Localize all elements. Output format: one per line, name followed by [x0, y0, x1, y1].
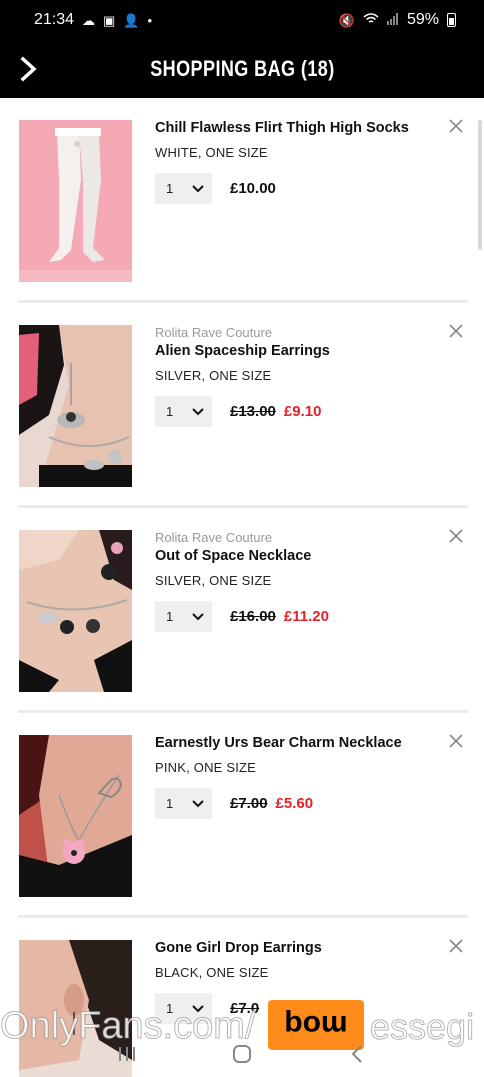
quantity-select[interactable]: 1: [155, 601, 212, 632]
product-variant: WHITE, ONE SIZE: [155, 145, 268, 160]
sale-price: £11.20: [283, 608, 329, 625]
twitch-icon: ▣: [103, 12, 116, 28]
remove-item-button[interactable]: [448, 733, 464, 749]
product-variant: BLACK, ONE SIZE: [155, 965, 269, 980]
product-image[interactable]: [19, 325, 132, 487]
battery-icon: [447, 13, 456, 27]
brand-name[interactable]: Rolita Rave Couture: [155, 530, 444, 545]
quantity-value: 1: [166, 181, 174, 196]
cart-item: Earnestly Urs Bear Charm Necklace PINK, …: [0, 713, 484, 918]
cart-item: Rolita Rave Couture Alien Spaceship Earr…: [0, 303, 484, 508]
price: £10.00: [230, 180, 276, 197]
remove-item-button[interactable]: [448, 938, 464, 954]
cart-item: Rolita Rave Couture Out of Space Necklac…: [0, 508, 484, 713]
status-right: 🔇 59%: [339, 11, 456, 29]
original-price: £16.00: [230, 608, 276, 625]
item-info: Rolita Rave Couture Out of Space Necklac…: [155, 530, 444, 632]
brand-name[interactable]: Rolita Rave Couture: [155, 325, 444, 340]
price-row: 1 £10.00: [155, 173, 444, 204]
chevron-down-icon: [192, 612, 204, 620]
chevron-right-icon: [20, 56, 37, 82]
original-price: £13.00: [230, 403, 276, 420]
product-image[interactable]: [19, 735, 132, 897]
item-info: Earnestly Urs Bear Charm Necklace PINK, …: [155, 735, 444, 819]
original-price: £7.00: [230, 795, 268, 812]
quantity-select[interactable]: 1: [155, 788, 212, 819]
back-button[interactable]: [14, 52, 44, 86]
system-nav-bar: [0, 1030, 484, 1077]
quantity-value: 1: [166, 609, 174, 624]
quantity-select[interactable]: 1: [155, 173, 212, 204]
price-row: 1 £13.00 £9.10: [155, 396, 444, 427]
product-name[interactable]: Earnestly Urs Bear Charm Necklace: [155, 735, 444, 751]
product-name[interactable]: Alien Spaceship Earrings: [155, 343, 444, 359]
quantity-select[interactable]: 1: [155, 396, 212, 427]
back-icon: [351, 1044, 362, 1063]
chevron-down-icon: [192, 407, 204, 415]
recent-apps-icon: [119, 1046, 136, 1061]
product-image[interactable]: [19, 530, 132, 692]
cloud-icon: ☁: [82, 12, 96, 28]
home-button[interactable]: [222, 1034, 262, 1074]
recent-apps-button[interactable]: [107, 1034, 147, 1074]
battery-percent: 59%: [406, 11, 439, 28]
item-info: Chill Flawless Flirt Thigh High Socks WH…: [155, 120, 444, 204]
product-variant: SILVER, ONE SIZE: [155, 573, 272, 588]
status-time: 21:34: [34, 11, 75, 28]
sale-price: £9.10: [283, 403, 322, 420]
status-bar: 21:34 ☁ ▣ 👤 • 🔇 59%: [0, 0, 484, 40]
status-left: 21:34 ☁ ▣ 👤 •: [34, 11, 152, 29]
cart-item: Chill Flawless Flirt Thigh High Socks WH…: [0, 98, 484, 303]
product-name[interactable]: Chill Flawless Flirt Thigh High Socks: [155, 120, 444, 136]
cart-items-list: Chill Flawless Flirt Thigh High Socks WH…: [0, 98, 484, 1077]
price-row: 1 £16.00 £11.20: [155, 601, 444, 632]
product-image[interactable]: [19, 120, 132, 282]
mute-icon: 🔇: [338, 12, 355, 28]
product-variant: PINK, ONE SIZE: [155, 760, 257, 775]
product-name[interactable]: Gone Girl Drop Earrings: [155, 940, 444, 956]
wifi-icon: [363, 13, 379, 27]
header: SHOPPING BAG (18): [0, 40, 484, 98]
home-icon: [232, 1044, 251, 1063]
price-row: 1 £7.00 £5.60: [155, 788, 444, 819]
remove-item-button[interactable]: [448, 323, 464, 339]
quantity-value: 1: [166, 796, 174, 811]
remove-item-button[interactable]: [448, 528, 464, 544]
signal-icon: [386, 13, 399, 27]
item-info: Rolita Rave Couture Alien Spaceship Earr…: [155, 325, 444, 427]
sale-price: £5.60: [275, 795, 314, 812]
quantity-value: 1: [166, 404, 174, 419]
dot-icon: •: [147, 12, 153, 28]
nav-back-button[interactable]: [337, 1034, 377, 1074]
remove-item-button[interactable]: [448, 118, 464, 134]
product-variant: SILVER, ONE SIZE: [155, 368, 272, 383]
page-title: SHOPPING BAG (18): [149, 56, 335, 81]
chevron-down-icon: [192, 799, 204, 807]
person-icon: 👤: [123, 12, 140, 28]
product-name[interactable]: Out of Space Necklace: [155, 548, 444, 564]
chevron-down-icon: [192, 184, 204, 192]
